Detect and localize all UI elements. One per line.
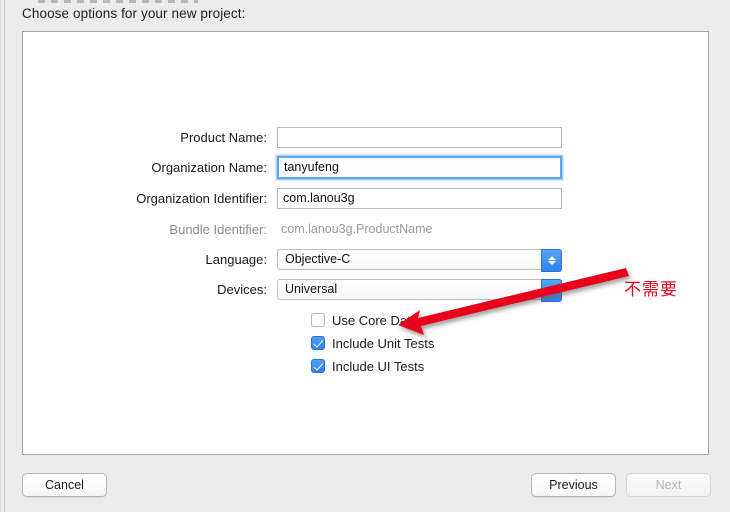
chevron-up-down-icon[interactable] — [541, 248, 562, 272]
include-unit-tests-checkbox[interactable] — [311, 336, 325, 350]
organization-name-input[interactable] — [277, 155, 562, 179]
organization-identifier-input[interactable] — [277, 187, 562, 209]
next-button[interactable]: Next — [626, 473, 711, 497]
chevron-up-glyph — [547, 255, 556, 260]
include-ui-tests-checkbox[interactable] — [311, 359, 325, 373]
field-row-language: Language: Objective-C — [23, 248, 562, 272]
label-product-name: Product Name: — [180, 129, 267, 145]
field-row-organization-name: Organization Name: — [23, 155, 562, 179]
checkbox-row-use-core-data[interactable]: Use Core Data — [311, 311, 418, 329]
cancel-button[interactable]: Cancel — [22, 473, 107, 497]
use-core-data-label: Use Core Data — [332, 312, 418, 328]
field-row-devices: Devices: Universal — [23, 278, 562, 302]
chevron-up-glyph — [547, 285, 556, 290]
language-popup-button[interactable]: Objective-C — [277, 248, 562, 272]
checkbox-row-include-ui-tests[interactable]: Include UI Tests — [311, 357, 424, 375]
chevron-down-glyph — [547, 260, 556, 265]
label-bundle-identifier: Bundle Identifier: — [169, 221, 267, 237]
label-organization-name: Organization Name: — [151, 159, 267, 175]
language-popup-value: Objective-C — [285, 252, 351, 266]
chevron-up-down-icon[interactable] — [541, 278, 562, 302]
options-panel: Product Name: Organization Name: Organiz… — [22, 31, 709, 455]
label-devices: Devices: — [217, 281, 267, 297]
devices-popup-value: Universal — [285, 282, 338, 296]
chevron-down-glyph — [547, 290, 556, 295]
include-unit-tests-label: Include Unit Tests — [332, 335, 435, 351]
window-left-edge — [4, 0, 5, 512]
window-left-edge-outer — [0, 0, 1, 512]
titlebar-fragment — [38, 0, 198, 3]
previous-button[interactable]: Previous — [531, 473, 616, 497]
label-language: Language: — [205, 251, 267, 267]
field-row-product-name: Product Name: — [23, 126, 562, 148]
field-row-organization-identifier: Organization Identifier: — [23, 187, 562, 209]
product-name-input[interactable] — [277, 126, 562, 148]
label-organization-identifier: Organization Identifier: — [136, 190, 267, 206]
checkbox-row-include-unit-tests[interactable]: Include Unit Tests — [311, 334, 434, 352]
page-title: Choose options for your new project: — [22, 6, 246, 21]
include-ui-tests-label: Include UI Tests — [332, 358, 425, 374]
field-row-bundle-identifier: Bundle Identifier: com.lanou3g.ProductNa… — [23, 218, 432, 240]
devices-popup-button[interactable]: Universal — [277, 278, 562, 302]
use-core-data-checkbox[interactable] — [311, 313, 325, 327]
bundle-identifier-value: com.lanou3g.ProductName — [281, 222, 433, 236]
annotation-text: 不需要 — [624, 280, 678, 300]
